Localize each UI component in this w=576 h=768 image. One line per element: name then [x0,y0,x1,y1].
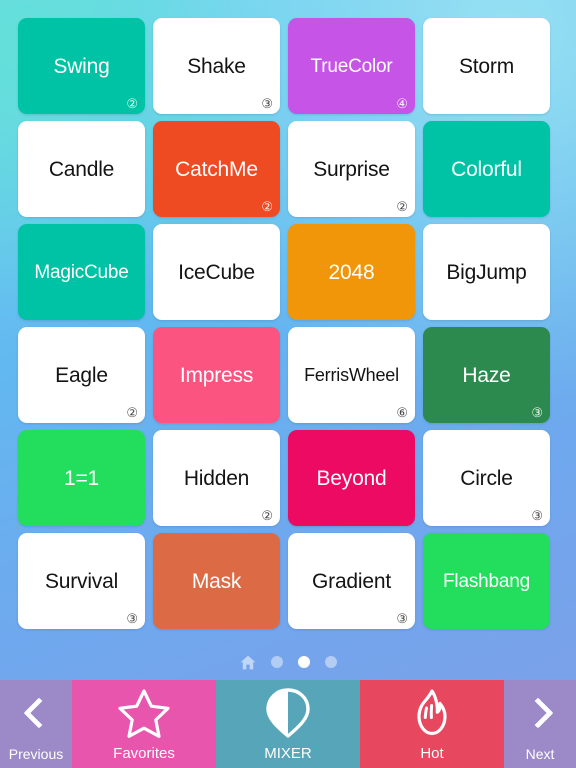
page-dot-1[interactable] [270,656,283,668]
page-dot-2[interactable] [297,656,310,668]
tile-hidden[interactable]: Hidden ② [153,430,280,526]
tile-badge: ② [261,508,273,523]
tile-candle[interactable]: Candle [18,121,145,217]
tile-badge: ③ [396,611,408,626]
tile-label: Flashbang [443,570,530,592]
tile-badge: ② [261,199,273,214]
tile-badge: ④ [396,96,408,111]
tile-label: Colorful [451,157,522,181]
app-root: Swing ② Shake ③ TrueColor ④ Storm Candle CatchMe… [0,0,576,768]
tile-label: 2048 [328,260,375,284]
tile-label: Eagle [55,363,108,387]
tile-surprise[interactable]: Surprise ② [288,121,415,217]
tile-gradient[interactable]: Gradient ③ [288,533,415,629]
tile-impress[interactable]: Impress [153,327,280,423]
tile-badge: ③ [261,96,273,111]
tile-bigjump[interactable]: BigJump [423,224,550,320]
tile-label: Mask [191,569,242,593]
tile-label: Shake [187,54,246,78]
tile-label: BigJump [446,260,527,284]
tile-label: TrueColor [310,55,393,77]
droplet-half-icon [216,680,360,746]
tile-badge: ③ [531,508,543,523]
tile-badge: ③ [531,405,543,420]
tile-label: Gradient [312,569,391,593]
tile-shake[interactable]: Shake ③ [153,18,280,114]
tile-storm[interactable]: Storm [423,18,550,114]
tile-label: Survival [44,569,119,593]
tile-label: IceCube [178,260,255,284]
tile-ferriswheel[interactable]: FerrisWheel ⑥ [288,327,415,423]
tile-label: CatchMe [175,157,258,181]
page-dot-3[interactable] [324,656,337,668]
tile-badge: ② [396,199,408,214]
tile-label: Haze [462,363,511,387]
tile-badge: ② [126,405,138,420]
tile-label: Surprise [313,157,390,181]
tile-beyond[interactable]: Beyond [288,430,415,526]
tile-survival[interactable]: Survival ③ [18,533,145,629]
tile-colorful[interactable]: Colorful [423,121,550,217]
tile-1-1[interactable]: 1=1 [18,430,145,526]
tile-badge: ② [126,96,138,111]
tile-label: 1=1 [63,466,100,490]
tile-label: Beyond [316,466,387,490]
page-indicator [0,648,576,676]
star-icon [72,680,216,746]
tile-2048[interactable]: 2048 [288,224,415,320]
effects-grid: Swing ② Shake ③ TrueColor ④ Storm Candle CatchMe… [18,18,558,629]
tile-label: Circle [460,466,513,490]
flame-icon [360,680,504,746]
next-button[interactable]: Next [504,680,576,768]
tile-icecube[interactable]: IceCube [153,224,280,320]
mixer-button[interactable]: MIXER [216,680,360,768]
chevron-left-icon [0,680,72,747]
tile-swing[interactable]: Swing ② [18,18,145,114]
tile-haze[interactable]: Haze ③ [423,327,550,423]
chevron-right-icon [504,680,576,747]
tile-label: Candle [48,157,115,181]
hot-button[interactable]: Hot [360,680,504,768]
tile-mask[interactable]: Mask [153,533,280,629]
bottom-toolbar: Previous Favorites MIXER Hot Next [0,680,576,768]
tile-eagle[interactable]: Eagle ② [18,327,145,423]
tile-badge: ③ [126,611,138,626]
next-label: Next [525,745,555,762]
tile-label: FerrisWheel [304,365,399,385]
tile-magiccube[interactable]: MagicCube [18,224,145,320]
tile-badge: ⑥ [396,405,408,420]
tile-catchme[interactable]: CatchMe ② [153,121,280,217]
hot-label: Hot [420,744,444,762]
tile-flashbang[interactable]: Flashbang [423,533,550,629]
tile-label: Swing [53,54,110,78]
tile-truecolor[interactable]: TrueColor ④ [288,18,415,114]
previous-button[interactable]: Previous [0,680,72,768]
mixer-label: MIXER [264,744,312,762]
tile-label: Hidden [183,466,250,490]
tile-label: Storm [458,54,514,78]
previous-label: Previous [8,745,64,762]
tile-label: Impress [179,363,254,387]
tile-label: MagicCube [34,261,129,283]
favorites-label: Favorites [113,744,175,762]
tile-circle[interactable]: Circle ③ [423,430,550,526]
favorites-button[interactable]: Favorites [72,680,216,768]
home-icon[interactable] [240,655,256,670]
